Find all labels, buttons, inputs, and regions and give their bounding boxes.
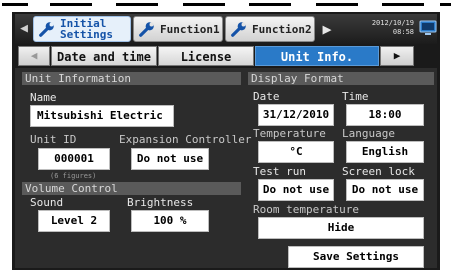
- dash: [116, 3, 158, 6]
- screen-lock-label: Screen lock: [342, 165, 415, 178]
- dash: [183, 3, 225, 6]
- dash: [50, 3, 92, 6]
- temperature-unit-field[interactable]: °C: [258, 141, 334, 163]
- monitor-icon[interactable]: [419, 19, 437, 37]
- name-label: Name: [30, 91, 57, 104]
- section-heading-unit-information: Unit Information: [22, 72, 241, 85]
- tab-function2-label: Function2: [252, 22, 312, 36]
- play-right-icon[interactable]: ▶: [317, 16, 337, 42]
- section-heading-volume-control: Volume Control: [22, 182, 241, 195]
- unit-id-label: Unit ID: [30, 133, 77, 146]
- wrench-icon: [139, 22, 154, 37]
- top-dashed-border: [0, 0, 451, 6]
- tab-initial-settings-label: Initial Settings: [60, 18, 113, 40]
- save-settings-button[interactable]: Save Settings: [288, 246, 424, 268]
- current-time: 08:58: [392, 28, 414, 36]
- sound-label: Sound: [30, 196, 64, 209]
- test-run-field[interactable]: Do not use: [258, 179, 334, 201]
- subtab-next-button[interactable]: ▶: [380, 46, 414, 66]
- language-field[interactable]: English: [346, 141, 424, 163]
- dash: [2, 3, 28, 6]
- sound-field[interactable]: Level 2: [38, 210, 110, 232]
- unit-id-note: (6 figures): [50, 172, 97, 180]
- tab-function2[interactable]: Function2: [225, 16, 315, 42]
- subtab-prev-button[interactable]: ◀: [18, 46, 50, 66]
- temperature-label: Temperature: [253, 127, 326, 140]
- tab-initial-settings[interactable]: Initial Settings: [33, 16, 131, 42]
- section-heading-display-format: Display Format: [248, 72, 434, 85]
- left-arrow-icon[interactable]: ◀: [17, 17, 31, 41]
- expansion-controller-label: Expansion Controller: [119, 133, 252, 146]
- left-arrow-icon: ◀: [30, 49, 38, 62]
- tab-label-line2: Settings: [60, 28, 113, 41]
- subtab-date-and-time[interactable]: Date and time: [51, 46, 157, 66]
- tab-function1-label: Function1: [160, 22, 220, 36]
- subtab-unit-info[interactable]: Unit Info.: [255, 46, 379, 66]
- dash: [249, 3, 291, 6]
- dash: [316, 3, 358, 6]
- expansion-controller-field[interactable]: Do not use: [131, 148, 209, 170]
- date-label: Date: [253, 90, 280, 103]
- room-temperature-field[interactable]: Hide: [258, 217, 424, 239]
- right-arrow-icon: ▶: [393, 49, 401, 62]
- language-label: Language: [342, 127, 395, 140]
- subtab-license[interactable]: License: [158, 46, 254, 66]
- time-format-field[interactable]: 18:00: [346, 104, 424, 126]
- wrench-icon: [231, 22, 246, 37]
- brightness-label: Brightness: [127, 196, 194, 209]
- unit-id-field[interactable]: 000001: [38, 148, 110, 170]
- brightness-field[interactable]: 100 %: [131, 210, 209, 232]
- clock-display: 2012/10/19 08:58: [358, 19, 414, 37]
- time-label: Time: [342, 90, 369, 103]
- tab-function1[interactable]: Function1: [133, 16, 223, 42]
- name-field[interactable]: Mitsubishi Electric: [30, 105, 174, 127]
- date-format-field[interactable]: 31/12/2010: [258, 104, 334, 126]
- screen-lock-field[interactable]: Do not use: [346, 179, 424, 201]
- dash: [440, 3, 451, 6]
- dash: [382, 3, 424, 6]
- wrench-icon: [39, 22, 54, 37]
- test-run-label: Test run: [253, 165, 306, 178]
- current-date: 2012/10/19: [371, 19, 414, 27]
- room-temperature-label: Room temperature: [253, 203, 359, 216]
